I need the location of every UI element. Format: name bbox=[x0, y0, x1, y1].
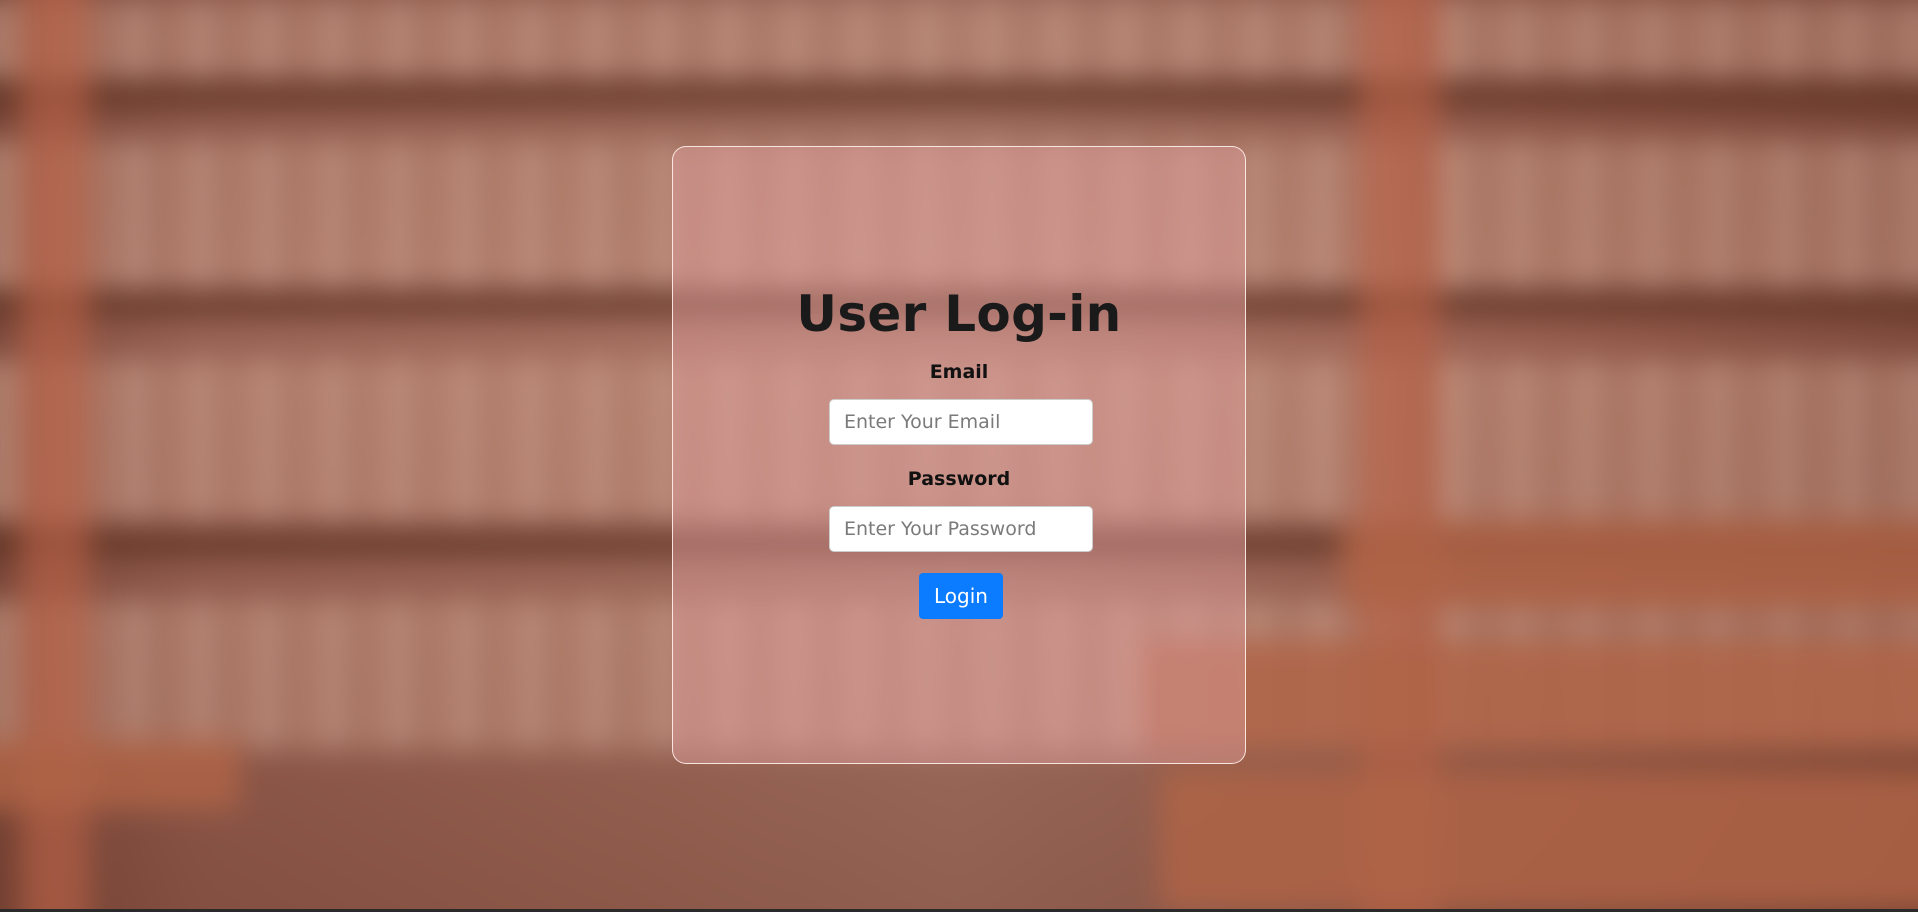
password-label: Password bbox=[907, 468, 1011, 490]
page-background: User Log-in Email Password Login bbox=[0, 0, 1918, 912]
book-pile bbox=[1340, 520, 1918, 610]
email-label: Email bbox=[929, 361, 989, 383]
login-title: User Log-in bbox=[796, 285, 1122, 343]
login-button[interactable]: Login bbox=[919, 573, 1003, 619]
password-field[interactable] bbox=[829, 506, 1093, 552]
shelf-board bbox=[0, 80, 1918, 106]
bookshelf-row bbox=[0, 0, 1918, 80]
book-pile bbox=[1160, 770, 1918, 910]
book-pile bbox=[1140, 640, 1918, 750]
book-pile bbox=[0, 740, 240, 810]
login-card: User Log-in Email Password Login bbox=[672, 146, 1246, 764]
email-field[interactable] bbox=[829, 399, 1093, 445]
